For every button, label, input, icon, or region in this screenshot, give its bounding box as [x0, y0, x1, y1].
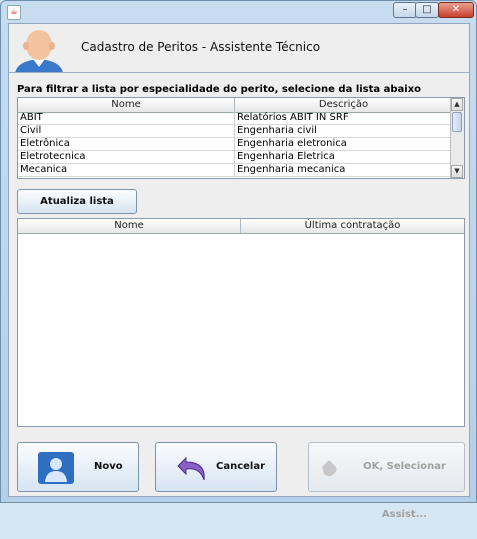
page-title: Cadastro de Peritos - Assistente Técnico	[81, 40, 321, 54]
close-button[interactable]: ✕	[438, 2, 474, 18]
scroll-down-icon[interactable]: ▼	[451, 165, 463, 178]
scroll-thumb[interactable]	[452, 112, 462, 132]
scroll-up-icon[interactable]: ▲	[451, 98, 463, 111]
app-window: ☕ – □ ✕ Cadastro de Peritos - Assistente…	[0, 0, 477, 520]
table-row[interactable]: ABIT Relatórios ABIT IN SRF	[18, 112, 464, 125]
specialty-table[interactable]: Nome Descrição ABIT Relatórios ABIT IN S…	[17, 97, 465, 179]
cell-descricao: Engenharia Eletrica	[235, 151, 453, 164]
minimize-button[interactable]: –	[393, 2, 417, 18]
cancel-button-label: Cancelar	[216, 461, 266, 472]
refresh-list-button[interactable]: Atualiza lista	[17, 189, 137, 214]
column-header-nome[interactable]: Nome	[18, 219, 241, 233]
column-header-descricao[interactable]: Descrição	[235, 98, 453, 112]
undo-arrow-icon	[177, 456, 205, 481]
cell-descricao: Relatórios ABIT IN SRF	[235, 112, 453, 125]
hand-pointer-icon	[322, 460, 337, 477]
column-header-nome[interactable]: Nome	[18, 98, 235, 112]
table-row[interactable]: Eletrotecnica Engenharia Eletrica	[18, 151, 464, 164]
filter-label: Para filtrar a lista por especialidade d…	[17, 84, 422, 95]
column-header-ultima-contratacao[interactable]: Última contratação	[241, 219, 464, 233]
cell-nome: Mecanica	[18, 164, 235, 177]
cell-nome: Eletrotecnica	[18, 151, 235, 164]
experts-table[interactable]: Nome Última contratação	[17, 218, 465, 427]
main-panel: Cadastro de Peritos - Assistente Técnico…	[8, 23, 470, 520]
table-row[interactable]: Eletrônica Engenharia eletronica	[18, 138, 464, 151]
maximize-button[interactable]: □	[415, 2, 439, 18]
cell-nome: Civil	[18, 125, 235, 138]
table-header: Nome Última contratação	[18, 219, 464, 234]
title-bar[interactable]: ☕ – □ ✕	[1, 1, 476, 23]
header-panel: Cadastro de Peritos - Assistente Técnico	[9, 24, 469, 73]
cell-nome: ABIT	[18, 112, 235, 125]
user-avatar-icon	[15, 30, 63, 73]
cell-nome: Eletrônica	[18, 138, 235, 151]
select-assistant-button[interactable]: OK, Selecionar Assist...	[308, 442, 465, 520]
header-divider	[9, 72, 469, 73]
table-header: Nome Descrição	[18, 98, 464, 113]
cell-descricao: Engenharia eletronica	[235, 138, 453, 151]
new-button-label: Novo	[94, 461, 123, 472]
new-button[interactable]: Novo	[17, 442, 139, 492]
cell-descricao: Engenharia mecanica	[235, 164, 453, 177]
vertical-scrollbar[interactable]: ▲ ▼	[450, 98, 464, 178]
table-row[interactable]: Civil Engenharia civil	[18, 125, 464, 138]
select-assistant-label: OK, Selecionar Assist...	[363, 461, 446, 520]
java-cup-icon: ☕	[7, 5, 21, 20]
user-add-icon	[38, 452, 74, 484]
cancel-button[interactable]: Cancelar	[155, 442, 277, 492]
table-row[interactable]: Mecanica Engenharia mecanica	[18, 164, 464, 177]
cell-descricao: Engenharia civil	[235, 125, 453, 138]
